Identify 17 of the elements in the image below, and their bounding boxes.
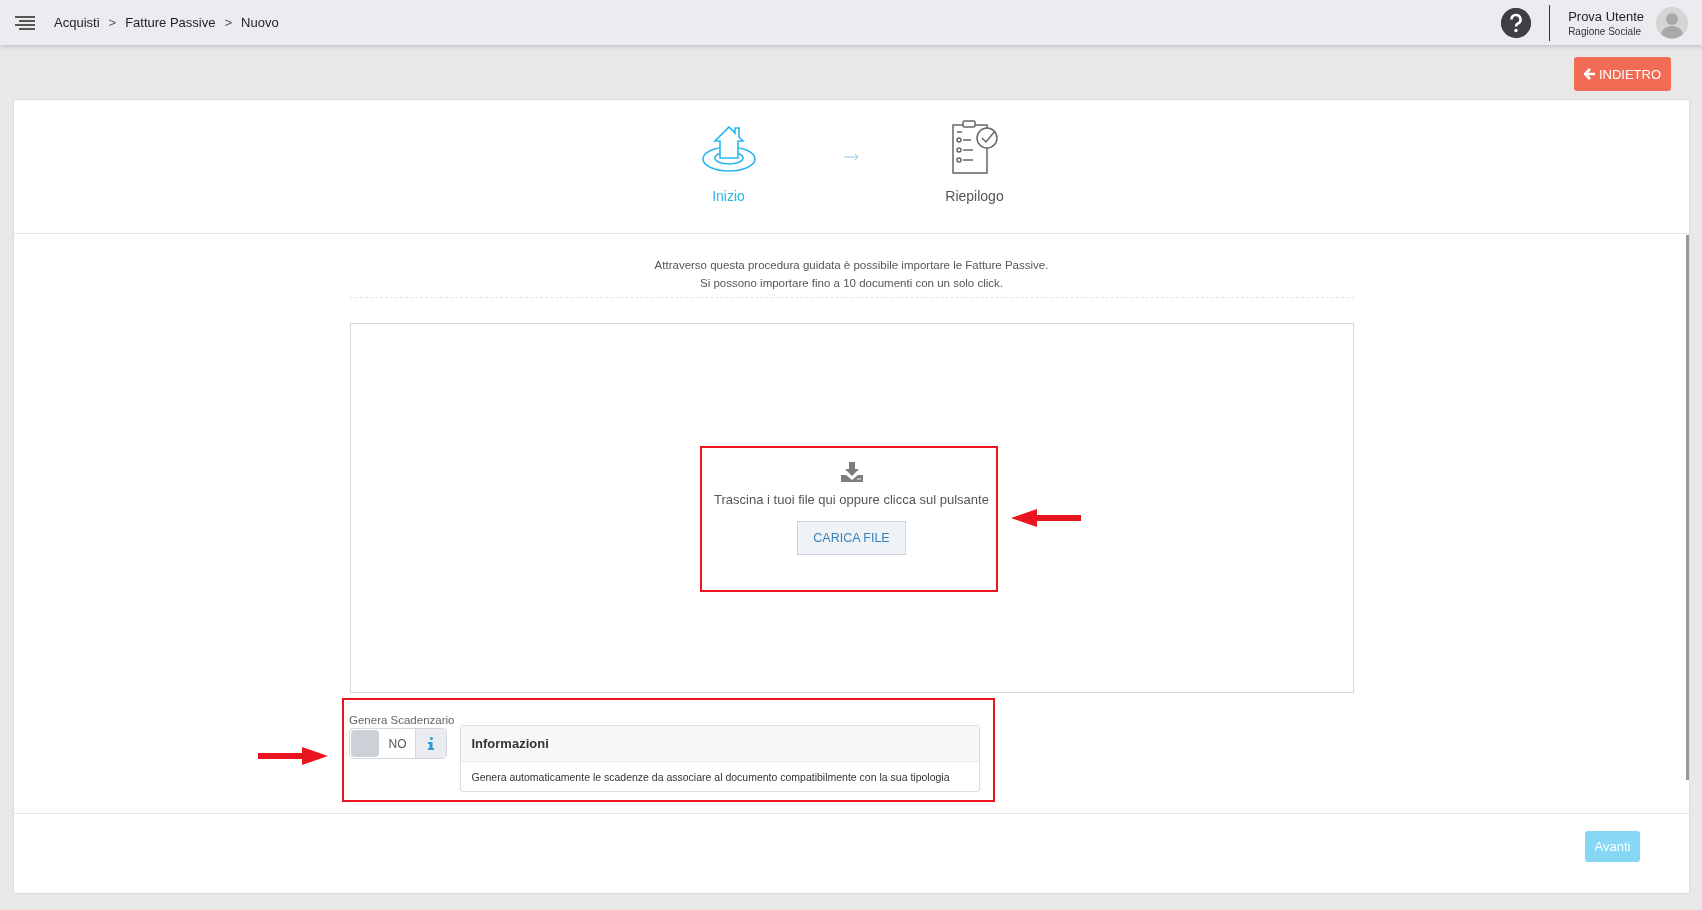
wizard-step[interactable]: Riepilogo — [919, 120, 1030, 204]
upload-button[interactable]: CARICA FILE — [797, 520, 906, 555]
drop-zone[interactable]: Trascina i tuoi file qui oppure clicca sul pulsante CARICA FILE — [349, 323, 1354, 693]
breadcrumb-link[interactable]: Acquisti — [54, 15, 100, 30]
toggle-label: Genera Scadenzario — [349, 714, 455, 726]
user-name: Prova Utente — [1568, 8, 1644, 24]
toggle-value: NO — [387, 735, 408, 753]
popover-title: Informazioni — [461, 726, 980, 762]
toggle-switch[interactable]: NO — [349, 728, 447, 759]
intro-text: Attraverso questa procedura guidata è possibile importare le Fatture Passive. — [653, 258, 1050, 273]
breadcrumb-separator: > — [108, 15, 117, 30]
breadcrumb-separator: > — [224, 15, 233, 30]
drop-instructions: Trascina i tuoi file qui oppure clicca sul pulsante — [714, 491, 989, 507]
intro-text: Si possono importare fino a 10 documenti con un solo click. — [699, 276, 1004, 291]
company-name: Ragione Sociale — [1568, 25, 1642, 37]
popover-text: Genera automaticamente le scadenze da associare al documento compatibilmente con la sua tipologia — [470, 770, 951, 785]
breadcrumb-link[interactable]: Fatture Passive — [125, 15, 216, 30]
